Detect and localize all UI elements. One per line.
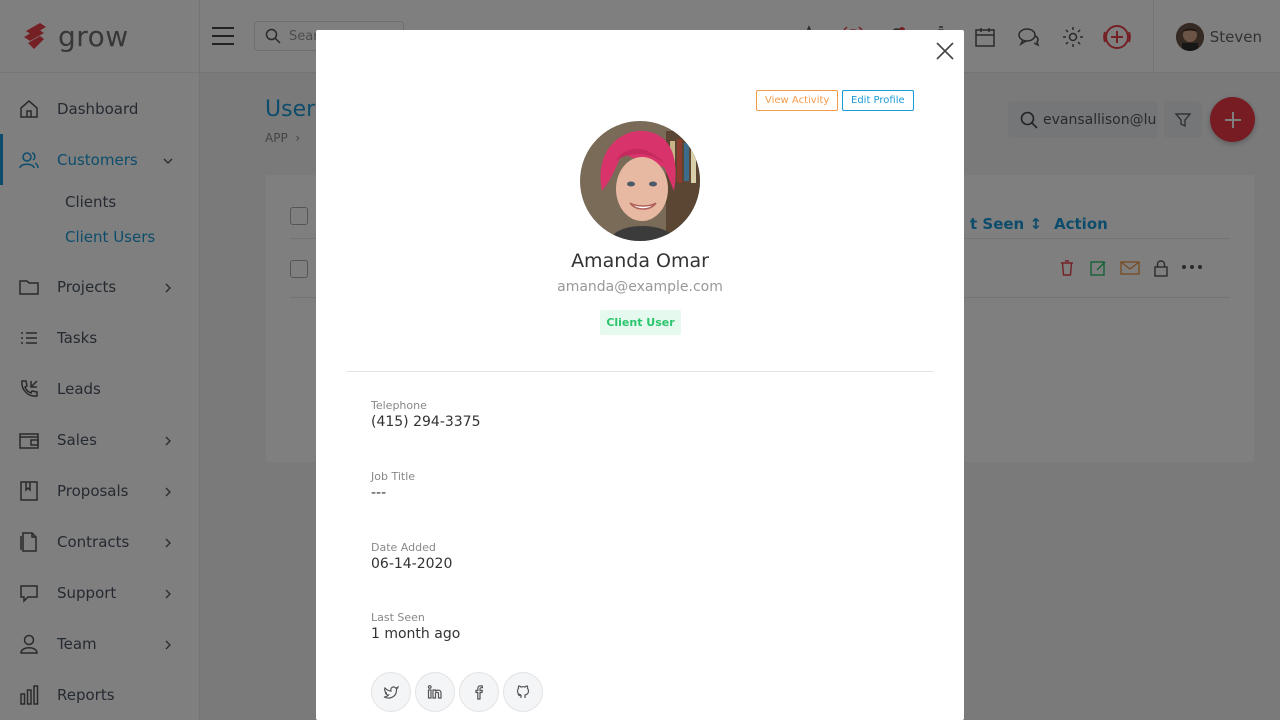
profile-divider	[346, 371, 934, 372]
date-added-label: Date Added	[371, 541, 436, 554]
job-title-label: Job Title	[371, 470, 416, 483]
linkedin-icon[interactable]	[415, 672, 455, 712]
last-seen-label: Last Seen	[371, 611, 425, 624]
last-seen-value: 1 month ago	[371, 626, 461, 642]
facebook-icon[interactable]	[459, 672, 499, 712]
github-icon[interactable]	[503, 672, 543, 712]
telephone-label: Telephone	[371, 399, 427, 412]
profile-name: Amanda Omar	[571, 250, 709, 272]
telephone-value: (415) 294-3375	[371, 414, 481, 430]
user-profile-modal: View Activity Edit Profile Amanda Omar a…	[316, 30, 964, 720]
profile-avatar	[580, 121, 700, 241]
twitter-icon[interactable]	[371, 672, 411, 712]
job-title-value: ---	[371, 485, 387, 501]
edit-profile-button[interactable]: Edit Profile	[842, 90, 914, 111]
close-icon[interactable]	[934, 40, 956, 62]
role-badge: Client User	[600, 310, 681, 335]
view-activity-button[interactable]: View Activity	[756, 90, 839, 111]
date-added-value: 06-14-2020	[371, 556, 453, 572]
profile-email: amanda@example.com	[557, 279, 723, 295]
